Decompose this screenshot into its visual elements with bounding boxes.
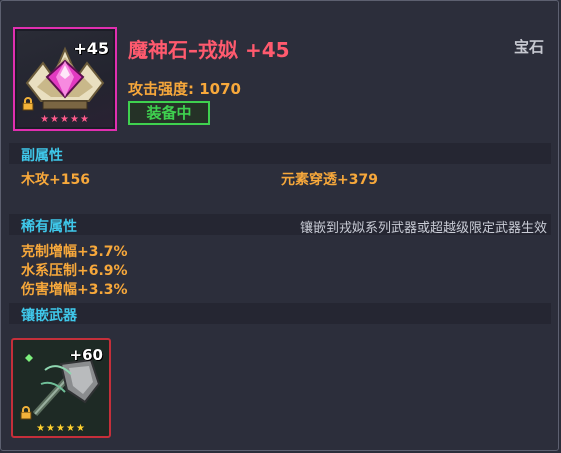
lock-icon — [20, 406, 32, 420]
section-title: 副属性 — [21, 148, 63, 164]
gem-star-rating: ★★★★★ — [40, 114, 90, 125]
equipped-badge: 装备中 — [128, 101, 210, 125]
item-tooltip-panel: +45 ★★★★★ 魔神石–戎姒 +45 宝石 攻击强度: 1070 装备中 副… — [0, 0, 559, 451]
section-rare-attributes: 稀有属性 镶嵌到戎姒系列武器或超越级限定武器生效 — [9, 214, 551, 236]
sub-attr-left: 木攻+156 — [21, 172, 90, 188]
rare-attr-item: 克制增幅+3.7% — [21, 244, 128, 260]
item-title: 魔神石–戎姒 +45 — [128, 38, 290, 62]
weapon-item-slot[interactable]: +60 ★★★★★ — [11, 338, 111, 438]
gem-plus-level: +45 — [73, 39, 109, 58]
item-category: 宝石 — [513, 38, 544, 56]
weapon-plus-level: +60 — [69, 346, 103, 364]
section-title: 镶嵌武器 — [21, 308, 77, 324]
rare-attr-item: 水系压制+6.9% — [21, 263, 128, 279]
sub-attr-right: 元素穿透+379 — [281, 172, 378, 188]
gem-item-slot[interactable]: +45 ★★★★★ — [13, 27, 117, 131]
attack-power: 攻击强度: 1070 — [128, 80, 241, 98]
rare-attr-item: 伤害增幅+3.3% — [21, 282, 128, 298]
weapon-star-rating: ★★★★★ — [36, 423, 86, 434]
section-title: 稀有属性 — [21, 219, 77, 235]
section-inlay-weapon: 镶嵌武器 — [9, 303, 551, 324]
section-sub-attributes: 副属性 — [9, 143, 551, 164]
rare-attr-note: 镶嵌到戎姒系列武器或超越级限定武器生效 — [299, 221, 547, 236]
lock-icon — [22, 97, 34, 111]
